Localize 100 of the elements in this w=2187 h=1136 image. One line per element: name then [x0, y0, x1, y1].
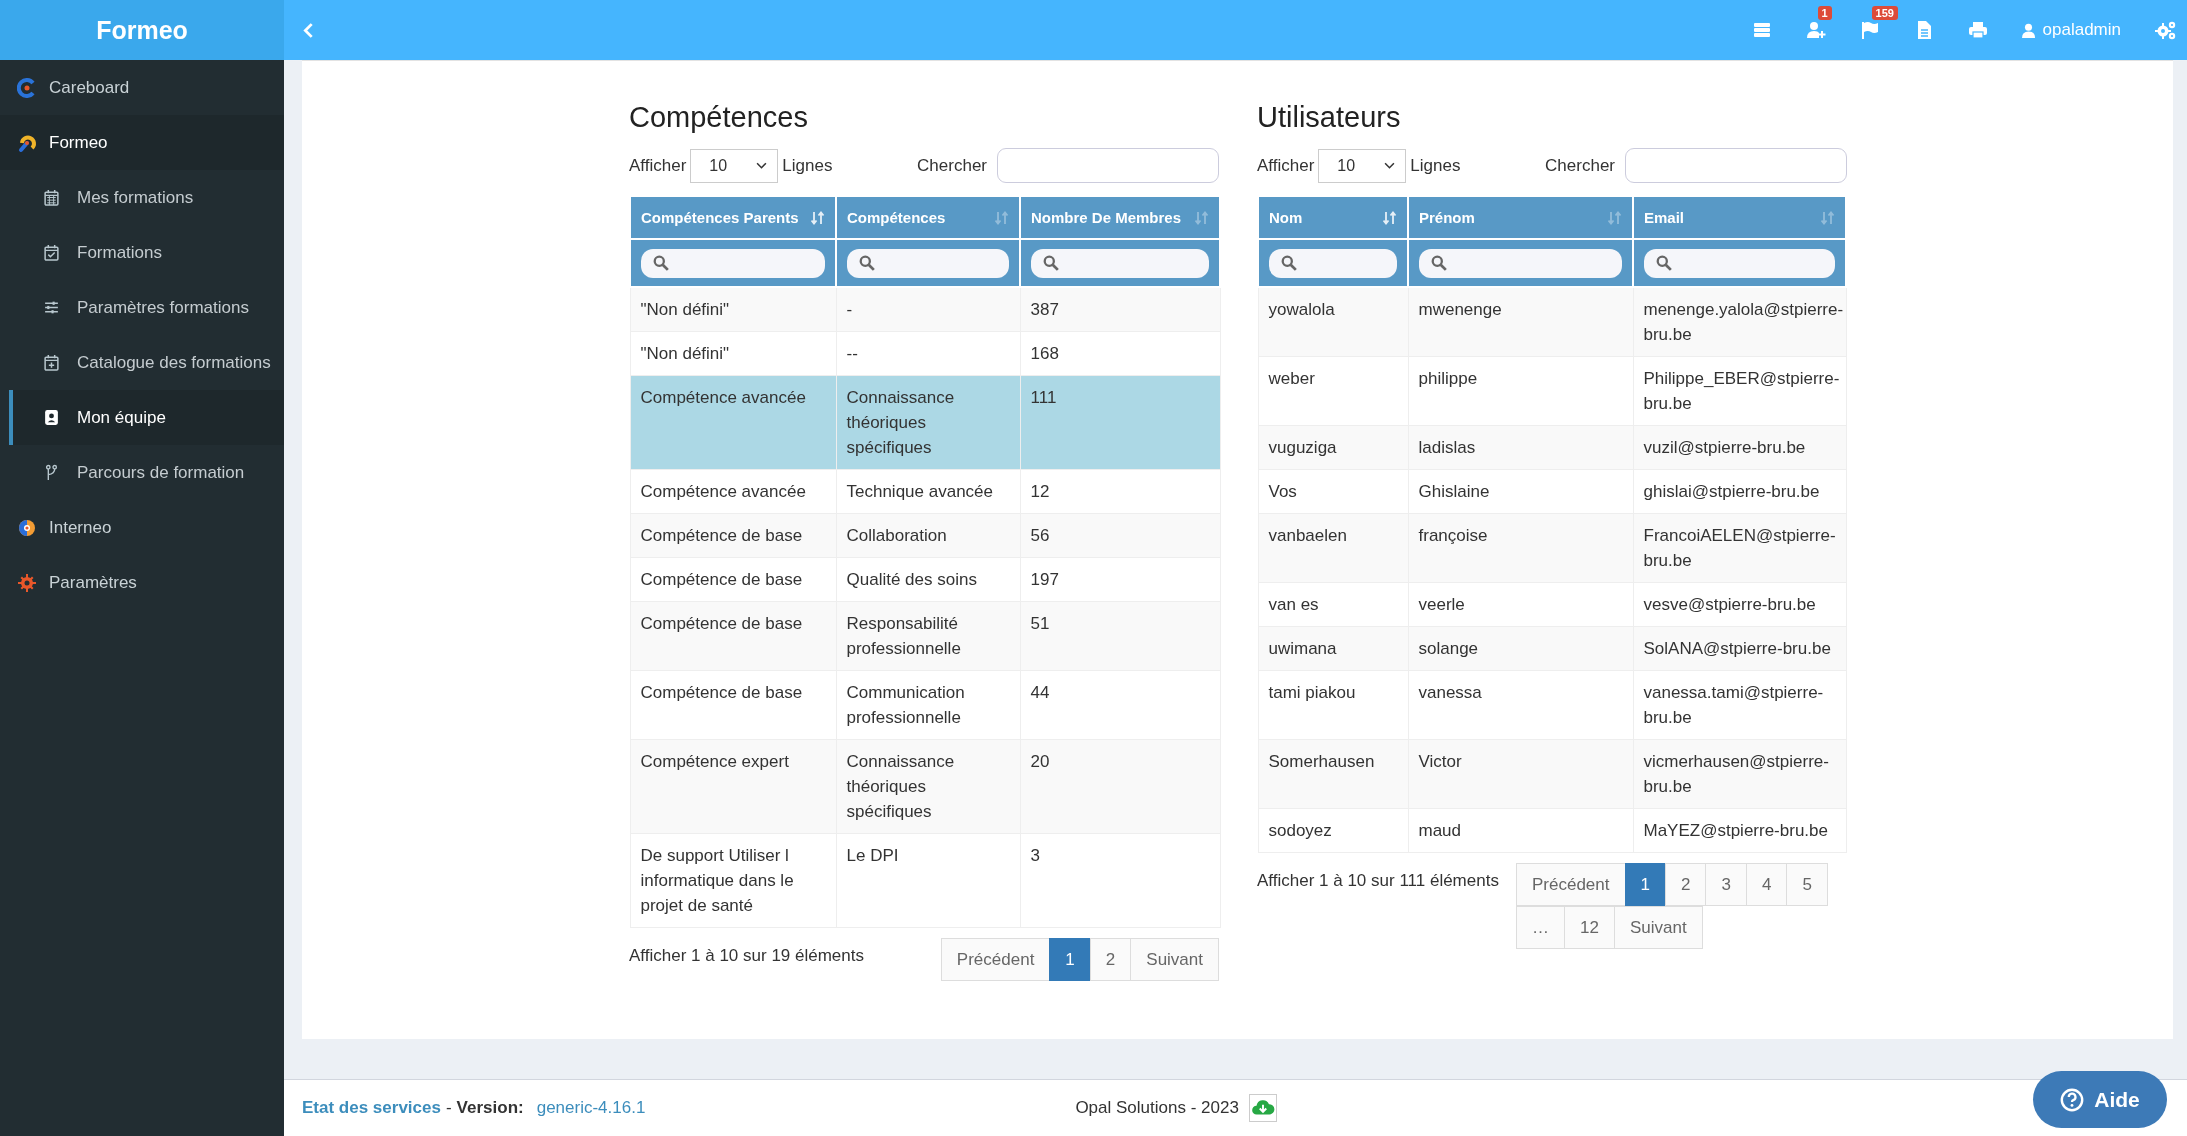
search-icon	[1656, 255, 1672, 271]
pagination-button[interactable]: Précédent	[940, 938, 1051, 981]
table-cell: Compétence de base	[630, 513, 836, 558]
column-filter-field[interactable]	[1419, 248, 1622, 278]
table-cell: uwimana	[1258, 626, 1408, 671]
table-cell: mwenenge	[1408, 287, 1633, 357]
column-filter-field[interactable]	[641, 248, 825, 278]
calendar-icon	[43, 244, 60, 261]
sidebar-item[interactable]: Formeo	[0, 115, 284, 170]
pagination-button[interactable]: 1	[1624, 863, 1666, 906]
settings-icon[interactable]	[2155, 20, 2177, 40]
table-cell: françoise	[1408, 513, 1633, 583]
table-cell: philippe	[1408, 356, 1633, 426]
table-cell: maud	[1408, 808, 1633, 853]
column-header[interactable]: Compétences Parents	[630, 197, 836, 239]
sliders-icon	[43, 299, 60, 316]
table-cell: Victor	[1408, 739, 1633, 809]
contact-card-icon	[43, 409, 60, 426]
table-cell: Connaissance théoriques spécifiques	[836, 739, 1020, 834]
search-icon	[1043, 255, 1059, 271]
sidebar-item[interactable]: Mes formations	[9, 170, 284, 225]
pagination-button[interactable]: 2	[1664, 863, 1707, 906]
column-filter-field[interactable]	[1269, 248, 1397, 278]
table-cell: vesve@stpierre-bru.be	[1633, 582, 1846, 627]
table-cell: vuguziga	[1258, 425, 1408, 470]
pagination-button[interactable]: 5	[1786, 863, 1828, 906]
table-cell: "Non défini"	[630, 331, 836, 376]
table-cell: menenge.yalola@stpierre-bru.be	[1633, 287, 1846, 357]
column-filter-field[interactable]	[1644, 248, 1835, 278]
pagination-button[interactable]: Précédent	[1516, 863, 1626, 906]
table-cell: 387	[1020, 287, 1220, 332]
status-link[interactable]: Etat des services	[302, 1098, 441, 1118]
table-cell: Philippe_EBER@stpierre-bru.be	[1633, 356, 1846, 426]
label: Afficher	[1257, 155, 1315, 176]
pagination-button[interactable]: …	[1516, 906, 1565, 949]
search-icon	[1281, 255, 1297, 271]
column-filter-field[interactable]	[1031, 248, 1209, 278]
sidebar-item[interactable]: Careboard	[0, 60, 284, 115]
sidebar-item[interactable]: Paramètres	[0, 555, 284, 610]
version-link[interactable]: generic-4.16.1	[536, 1098, 646, 1118]
table-cell: weber	[1258, 356, 1408, 426]
table-cell: De support Utiliser l informatique dans le projet de santé	[630, 833, 836, 928]
table-cell: ladislas	[1408, 425, 1633, 470]
flag-icon[interactable]	[1859, 20, 1880, 40]
sidebar-item[interactable]: Parcours de formation	[9, 445, 284, 500]
server-list-icon[interactable]	[1751, 20, 1772, 40]
sidebar-item[interactable]: Paramètres formations	[9, 280, 284, 335]
cloud-download-icon[interactable]	[1248, 1094, 1277, 1122]
pagination-button[interactable]: 2	[1089, 938, 1132, 981]
question-icon	[2060, 1087, 2085, 1112]
table-cell: Compétence de base	[630, 557, 836, 602]
column-header[interactable]: Prénom	[1408, 197, 1633, 239]
table-cell: Somerhausen	[1258, 739, 1408, 809]
table-cell: vanessa.tami@stpierre-bru.be	[1633, 670, 1846, 740]
sort-icon	[1383, 210, 1397, 225]
table-cell: Compétence de base	[630, 601, 836, 671]
column-header[interactable]: Nombre De Membres	[1020, 197, 1220, 239]
table-cell: Responsabilité professionnelle	[836, 601, 1020, 671]
column-header[interactable]: Email	[1633, 197, 1846, 239]
column-filter-field[interactable]	[847, 248, 1009, 278]
table-cell: "Non défini"	[630, 287, 836, 332]
table-cell: 44	[1020, 670, 1220, 740]
page-size-select[interactable]: 10	[1318, 148, 1407, 183]
chevron-left-icon[interactable]	[302, 21, 315, 39]
sidebar-item[interactable]: Catalogue des formations	[9, 335, 284, 390]
branch-icon	[43, 464, 60, 481]
page-size-select[interactable]: 10	[690, 148, 779, 183]
user-add-icon[interactable]	[1805, 20, 1826, 40]
table-cell: MaYEZ@stpierre-bru.be	[1633, 808, 1846, 853]
sort-icon	[1608, 210, 1622, 225]
search-field[interactable]	[1625, 148, 1847, 183]
help-button[interactable]: Aide	[2033, 1071, 2167, 1128]
pagination-button[interactable]: 4	[1745, 863, 1788, 906]
search-field[interactable]	[997, 148, 1219, 183]
section-title: Utilisateurs	[1257, 101, 1402, 134]
table-cell: sodoyez	[1258, 808, 1408, 853]
pagination-button[interactable]: Suivant	[1130, 938, 1219, 981]
table-cell: Connaissance théoriques spécifiques	[836, 375, 1020, 470]
table-cell: tami piakou	[1258, 670, 1408, 740]
column-header[interactable]: Compétences	[836, 197, 1020, 239]
table-info: Afficher 1 à 10 sur 111 éléments	[1257, 870, 1499, 891]
sidebar-item[interactable]: Interneo	[0, 500, 284, 555]
pagination-button[interactable]: 3	[1705, 863, 1747, 906]
pagination-button[interactable]: Suivant	[1613, 906, 1703, 949]
copyright: Opal Solutions - 2023	[1075, 1098, 1239, 1118]
table-cell: Compétence avancée	[630, 469, 836, 514]
table-cell: Vos	[1258, 469, 1408, 514]
table-cell: van es	[1258, 582, 1408, 627]
pagination-button[interactable]: 1	[1049, 938, 1091, 981]
table-cell: 12	[1020, 469, 1220, 514]
sidebar-item[interactable]: Formations	[9, 225, 284, 280]
column-header[interactable]: Nom	[1258, 197, 1408, 239]
table-cell: 111	[1020, 375, 1220, 470]
table-cell: Compétence expert	[630, 739, 836, 834]
print-icon[interactable]	[1967, 20, 1988, 40]
pagination-button[interactable]: 12	[1564, 906, 1615, 949]
table-cell: vuzil@stpierre-bru.be	[1633, 425, 1846, 470]
table-info: Afficher 1 à 10 sur 19 éléments	[629, 945, 864, 966]
sidebar-item[interactable]: Mon équipe	[9, 390, 284, 445]
section-title: Compétences	[629, 101, 809, 134]
